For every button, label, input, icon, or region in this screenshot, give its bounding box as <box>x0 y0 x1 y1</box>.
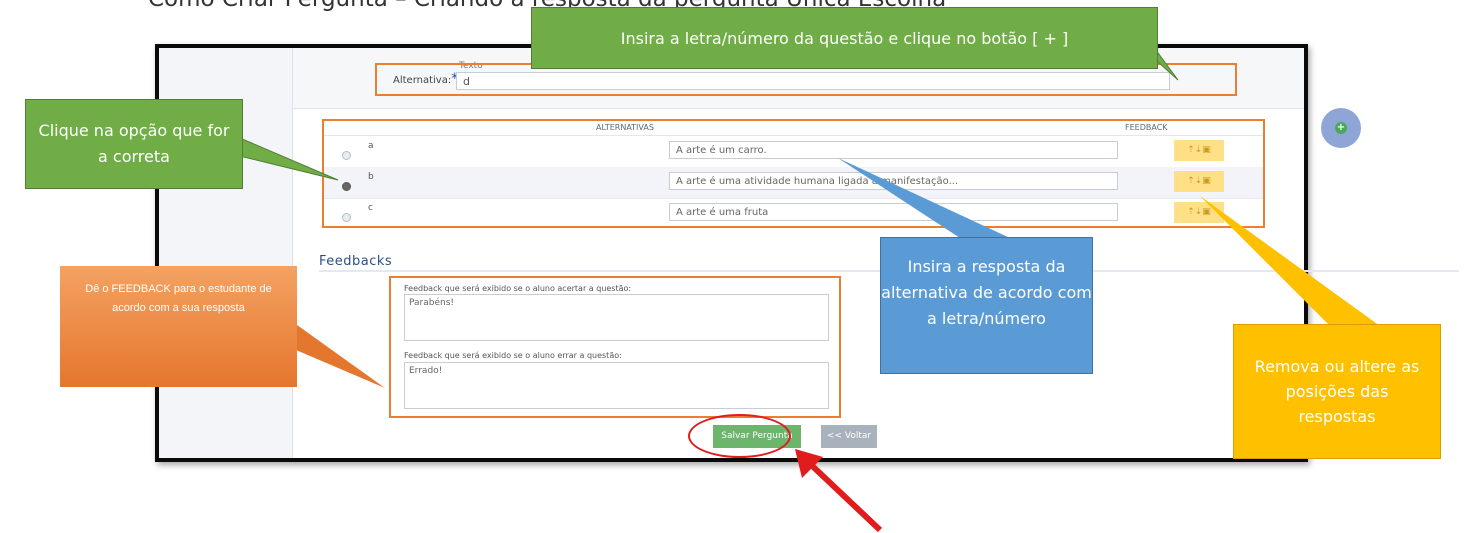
callout-reorder-remove: Remova ou altere as posições das respost… <box>1233 324 1441 459</box>
left-orange-pointer <box>290 320 385 388</box>
mid-blue-pointer <box>838 158 1010 238</box>
right-yellow-pointer <box>1200 196 1380 326</box>
red-arrow-shaft <box>803 457 883 533</box>
callout-add-alternative: Insira a letra/número da questão e cliqu… <box>531 7 1158 69</box>
callout-select-correct: Clique na opção que for a correta <box>25 99 243 189</box>
callout-answer-text: Insira a resposta da alternativa de acor… <box>880 237 1093 374</box>
callout-feedback: Dê o FEEDBACK para o estudante de acordo… <box>60 266 297 387</box>
red-arrow-icon <box>795 449 883 533</box>
